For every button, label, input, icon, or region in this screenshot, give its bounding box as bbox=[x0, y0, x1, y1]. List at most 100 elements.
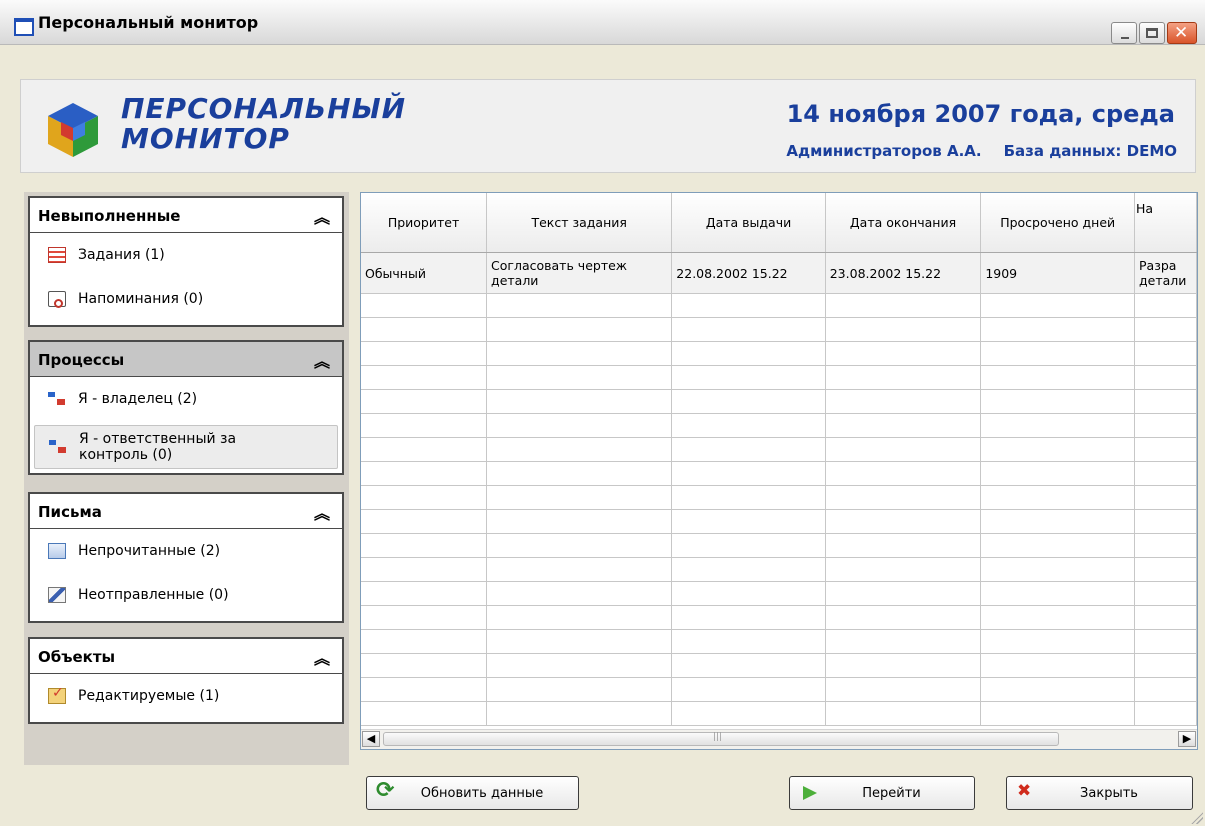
table-cell: Обычный bbox=[361, 252, 488, 294]
table-cell bbox=[486, 533, 673, 558]
close-window-button[interactable]: ✕ bbox=[1167, 22, 1197, 44]
empty-table-row bbox=[361, 485, 1197, 510]
column-header-overdue-days[interactable]: Просрочено дней bbox=[980, 193, 1136, 253]
table-header-row: Приоритет Текст задания Дата выдачи Дата… bbox=[361, 193, 1197, 253]
column-header-issue-date[interactable]: Дата выдачи bbox=[671, 193, 826, 253]
table-cell: Разра детали bbox=[1134, 252, 1197, 294]
group-header-processes[interactable]: Процессы ︽ bbox=[30, 342, 342, 377]
table-cell bbox=[980, 509, 1136, 534]
window-title: Персональный монитор bbox=[38, 13, 259, 32]
logo-text: ПЕРСОНАЛЬНЫЙ МОНИТОР bbox=[121, 94, 406, 154]
sidebar-item-owner[interactable]: Я - владелец (2) bbox=[34, 377, 338, 421]
empty-table-row bbox=[361, 461, 1197, 486]
table-cell bbox=[825, 605, 982, 630]
sidebar-item-controller[interactable]: Я - ответственный за контроль (0) bbox=[34, 425, 338, 469]
empty-table-row bbox=[361, 317, 1197, 342]
table-cell bbox=[825, 629, 982, 654]
horizontal-scrollbar[interactable]: ◀ ▶ bbox=[361, 729, 1197, 749]
column-header-next[interactable]: На bbox=[1134, 193, 1197, 253]
collapse-chevron-icon[interactable]: ︽ bbox=[314, 645, 330, 669]
group-title: Письма bbox=[38, 503, 102, 521]
sidebar-item-unsent[interactable]: Неотправленные (0) bbox=[34, 573, 338, 617]
table-cell bbox=[980, 341, 1136, 366]
table-cell bbox=[671, 557, 826, 582]
table-cell bbox=[671, 389, 826, 414]
table-cell bbox=[361, 629, 488, 654]
table-cell bbox=[671, 341, 826, 366]
table-cell bbox=[1134, 653, 1197, 678]
table-cell bbox=[671, 293, 826, 318]
table-cell: Согласовать чертеж детали bbox=[486, 252, 673, 294]
title-bar[interactable]: Персональный монитор ✕ bbox=[0, 0, 1205, 45]
table-cell bbox=[980, 629, 1136, 654]
table-cell bbox=[1134, 365, 1197, 390]
table-cell bbox=[825, 533, 982, 558]
table-cell bbox=[825, 293, 982, 318]
table-cell bbox=[1134, 533, 1197, 558]
empty-table-row bbox=[361, 533, 1197, 558]
table-cell bbox=[486, 341, 673, 366]
column-header-priority[interactable]: Приоритет bbox=[361, 193, 488, 253]
go-button[interactable]: Перейти bbox=[789, 776, 975, 810]
collapse-chevron-icon[interactable]: ︽ bbox=[314, 348, 330, 372]
column-header-end-date[interactable]: Дата окончания bbox=[825, 193, 982, 253]
table-cell bbox=[1134, 389, 1197, 414]
table-row[interactable]: Обычный Согласовать чертеж детали 22.08.… bbox=[361, 252, 1197, 294]
sidebar-item-unread[interactable]: Непрочитанные (2) bbox=[34, 529, 338, 573]
collapse-chevron-icon[interactable]: ︽ bbox=[314, 500, 330, 524]
resize-grip-icon[interactable] bbox=[1191, 812, 1203, 824]
table-cell bbox=[361, 461, 488, 486]
sidebar-item-label: Я - ответственный за контроль (0) bbox=[79, 431, 237, 463]
sidebar-item-tasks[interactable]: Задания (1) bbox=[34, 233, 338, 277]
empty-table-row bbox=[361, 629, 1197, 654]
table-cell bbox=[1134, 485, 1197, 510]
maximize-button[interactable] bbox=[1139, 22, 1165, 44]
group-header-objects[interactable]: Объекты ︽ bbox=[30, 639, 342, 674]
table-cell bbox=[825, 365, 982, 390]
edit-letter-icon bbox=[48, 587, 66, 603]
sidebar-item-label: Редактируемые (1) bbox=[78, 688, 220, 704]
table-cell bbox=[671, 653, 826, 678]
scroll-left-button[interactable]: ◀ bbox=[362, 731, 380, 747]
data-grid: Приоритет Текст задания Дата выдачи Дата… bbox=[361, 193, 1197, 726]
table-cell bbox=[1134, 293, 1197, 318]
table-cell bbox=[671, 317, 826, 342]
scroll-right-button[interactable]: ▶ bbox=[1178, 731, 1196, 747]
sidebar-item-reminders[interactable]: Напоминания (0) bbox=[34, 277, 338, 321]
table-cell bbox=[825, 557, 982, 582]
tasks-table[interactable]: Приоритет Текст задания Дата выдачи Дата… bbox=[360, 192, 1198, 750]
group-header-letters[interactable]: Письма ︽ bbox=[30, 494, 342, 529]
table-cell bbox=[980, 653, 1136, 678]
table-cell bbox=[825, 413, 982, 438]
logo-line2: МОНИТОР bbox=[121, 122, 290, 155]
table-cell bbox=[486, 581, 673, 606]
table-cell bbox=[980, 437, 1136, 462]
process-icon bbox=[48, 391, 66, 407]
app-window-icon bbox=[14, 18, 34, 36]
sidebar: Невыполненные ︽ Задания (1) Напоминания … bbox=[24, 192, 349, 765]
column-header-task-text[interactable]: Текст задания bbox=[486, 193, 673, 253]
group-title: Невыполненные bbox=[38, 207, 181, 225]
scroll-thumb[interactable] bbox=[383, 732, 1059, 746]
sidebar-item-editable[interactable]: Редактируемые (1) bbox=[34, 674, 338, 718]
group-header-unfinished[interactable]: Невыполненные ︽ bbox=[30, 198, 342, 233]
table-cell bbox=[361, 605, 488, 630]
table-cell bbox=[361, 557, 488, 582]
empty-table-row bbox=[361, 653, 1197, 678]
table-cell bbox=[361, 653, 488, 678]
table-cell bbox=[825, 581, 982, 606]
table-cell bbox=[361, 437, 488, 462]
table-cell: 22.08.2002 15.22 bbox=[671, 252, 826, 294]
play-arrow-icon bbox=[799, 783, 819, 803]
minimize-button[interactable] bbox=[1111, 22, 1137, 44]
close-button[interactable]: Закрыть bbox=[1006, 776, 1193, 810]
table-cell bbox=[825, 485, 982, 510]
refresh-data-button[interactable]: Обновить данные bbox=[366, 776, 579, 810]
table-cell bbox=[671, 485, 826, 510]
checkbox-icon bbox=[48, 685, 66, 704]
collapse-chevron-icon[interactable]: ︽ bbox=[314, 204, 330, 228]
table-cell bbox=[486, 317, 673, 342]
table-cell bbox=[980, 701, 1136, 726]
table-cell bbox=[825, 437, 982, 462]
table-cell bbox=[671, 677, 826, 702]
